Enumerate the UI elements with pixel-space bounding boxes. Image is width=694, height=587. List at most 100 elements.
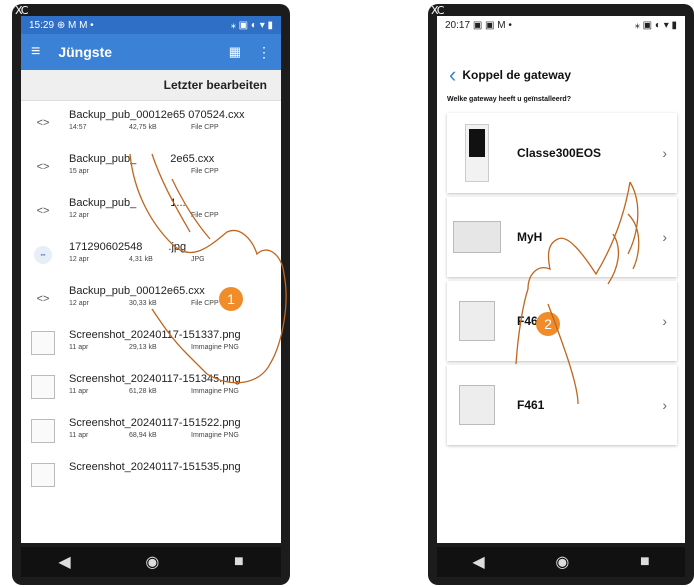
file-name-part: Backup_pub_00012e65 070524.cxx (69, 109, 245, 121)
status-icons-left: ▣ ▣ M • (472, 19, 512, 31)
file-row[interactable]: Screenshot_20240117-151345.png 11 apr 61,2… (21, 365, 281, 409)
gateway-card[interactable]: Classe300EOS › (447, 113, 677, 193)
status-time-block: 20:17 ▣ ▣ M • (445, 20, 512, 31)
gateway-card[interactable]: MyH › (447, 197, 677, 277)
file-icon-slot: <> (21, 205, 65, 217)
file-row[interactable]: <> Backup_pub_ 1... 12 apr File CPP (21, 189, 281, 233)
file-type: File CPP (191, 212, 219, 219)
nav-bar: ◀ ◉ ■ (437, 547, 685, 577)
gateway-label: MyH (517, 230, 543, 244)
file-icon-slot (21, 331, 65, 355)
file-size: 42,75 kB (129, 124, 157, 131)
file-row[interactable]: ▪▪ 171290602548 .jpg 12 apr 4,31 kB JPG (21, 233, 281, 277)
file-type: Immagine PNG (191, 344, 239, 351)
file-icon-slot (21, 375, 65, 399)
file-name: Backup_pub_ 2e65.cxx (69, 153, 214, 165)
file-date: 11 apr (69, 344, 89, 351)
file-date: 11 apr (69, 388, 89, 395)
chevron-right-icon: › (662, 229, 667, 245)
code-file-icon: <> (36, 117, 50, 129)
recents-nav-icon[interactable]: ■ (234, 553, 244, 571)
gateway-image (451, 301, 503, 341)
file-type: File CPP (191, 300, 219, 307)
file-name: Backup_pub_ 1... (69, 197, 186, 209)
question-text: Welke gateway heeft u geïnstalleerd? (447, 96, 571, 103)
file-type: File CPP (191, 168, 219, 175)
file-type: Immagine PNG (191, 388, 239, 395)
phone-left: XC 15:29 ⊕ M M • ⁎ ▣ ◐ ▾ ▮ ≡ Jüngste ▦ ⋮… (12, 4, 290, 585)
gateway-screen: 20:17 ▣ ▣ M • ⁎ ▣ ◐ ▾ ▮ ‹ Koppel de gate… (437, 16, 685, 543)
file-size: 4,31 kB (129, 256, 153, 263)
phone-right: XC 20:17 ▣ ▣ M • ⁎ ▣ ◐ ▾ ▮ ‹ Koppel de g… (428, 4, 694, 585)
code-file-icon: <> (36, 161, 50, 173)
file-size: 30,33 kB (129, 300, 157, 307)
file-row[interactable]: <> Backup_pub_ 2e65.cxx 15 apr File CPP (21, 145, 281, 189)
file-name: Screenshot_20240117-151337.png (69, 329, 241, 341)
gateway-card[interactable]: F461 › (447, 365, 677, 445)
file-icon-slot (21, 419, 65, 443)
step-badge-2: 2 (536, 312, 560, 336)
chevron-right-icon: › (662, 313, 667, 329)
chevron-right-icon: › (662, 397, 667, 413)
image-thumbnail-icon (31, 463, 55, 487)
file-name-suffix: 1... (170, 197, 186, 209)
back-nav-icon[interactable]: ◀ (58, 552, 70, 572)
file-name-part: Screenshot_20240117-151337.png (69, 329, 241, 341)
file-icon-slot (21, 463, 65, 487)
file-icon-slot: <> (21, 117, 65, 129)
file-size: 68,94 kB (129, 432, 157, 439)
home-nav-icon[interactable]: ◉ (145, 552, 159, 572)
status-time: 15:29 (29, 19, 55, 31)
file-size: 29,13 kB (129, 344, 157, 351)
grid-view-icon[interactable]: ▦ (229, 44, 241, 60)
step-badge-1: 1 (219, 287, 243, 311)
back-chevron-icon[interactable]: ‹ (449, 64, 456, 86)
file-name-suffix: .jpg (168, 241, 187, 253)
home-nav-icon[interactable]: ◉ (555, 552, 569, 572)
file-date: 11 apr (69, 432, 89, 439)
gateway-label: F461 (517, 398, 545, 412)
file-date: 12 apr (69, 300, 89, 307)
back-nav-icon[interactable]: ◀ (472, 552, 484, 572)
status-time-block: 15:29 ⊕ M M • (29, 20, 94, 31)
sort-bar[interactable]: Letzter bearbeiten (21, 70, 281, 101)
file-icon-slot: <> (21, 293, 65, 305)
file-name: Backup_pub_00012e65.cxx (69, 285, 205, 297)
menu-icon[interactable]: ≡ (31, 43, 40, 61)
file-name-part: Screenshot_20240117-151345.png (69, 373, 241, 385)
file-date: 14:57 (69, 124, 87, 131)
file-row[interactable]: Screenshot_20240117-151522.png 11 apr 68,9… (21, 409, 281, 453)
file-name: 171290602548 .jpg (69, 241, 186, 253)
file-row[interactable]: Screenshot_20240117-151337.png 11 apr 29,1… (21, 321, 281, 365)
status-bar: 20:17 ▣ ▣ M • ⁎ ▣ ◐ ▾ ▮ (437, 16, 685, 34)
gateway-label: Classe300EOS (517, 146, 602, 160)
file-type: Immagine PNG (191, 432, 239, 439)
file-name-part: Screenshot_20240117-151535.png (69, 461, 241, 473)
device-image-icon (459, 385, 495, 425)
file-row[interactable]: <> Backup_pub_00012e65 070524.cxx 14:57 42,… (21, 101, 281, 145)
file-date: 15 apr (69, 168, 89, 175)
file-icon-slot: <> (21, 161, 65, 173)
file-name-part: 171290602548 (69, 241, 143, 253)
gateway-image (451, 124, 503, 182)
gateway-image (451, 385, 503, 425)
file-type: JPG (191, 256, 205, 263)
file-name-part: Backup_pub_ (69, 197, 137, 209)
code-file-icon: <> (36, 205, 50, 217)
image-thumbnail-icon (31, 419, 55, 443)
status-icons-left: ⊕ M M • (56, 19, 94, 31)
file-type: File CPP (191, 124, 219, 131)
gateway-card[interactable]: F46 › (447, 281, 677, 361)
status-icons-right: ⁎ ▣ ◐ ▾ ▮ (230, 19, 273, 31)
file-name: Screenshot_20240117-151522.png (69, 417, 241, 429)
status-icons-right: ⁎ ▣ ◐ ▾ ▮ (634, 19, 677, 31)
file-row[interactable]: Screenshot_20240117-151535.png (21, 453, 281, 497)
header: ‹ Koppel de gateway (437, 54, 685, 88)
nav-bar: ◀ ◉ ■ (21, 547, 281, 577)
more-options-icon[interactable]: ⋮ (257, 44, 271, 61)
file-icon-slot: ▪▪ (21, 246, 65, 264)
file-name-part: Backup_pub_00012e65.cxx (69, 285, 205, 297)
file-date: 12 apr (69, 256, 89, 263)
image-file-icon: ▪▪ (34, 246, 52, 264)
recents-nav-icon[interactable]: ■ (640, 553, 650, 571)
